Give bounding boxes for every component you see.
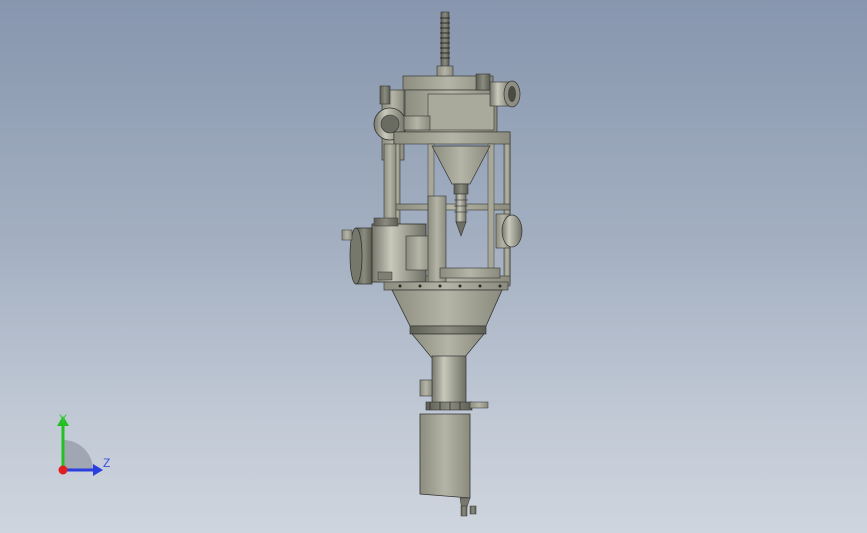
cad-viewport[interactable]: Y Z [0, 0, 867, 533]
top-threaded-rod[interactable] [436, 11, 454, 79]
y-axis-label: Y [59, 412, 68, 426]
right-side-knob[interactable] [495, 213, 523, 249]
lower-cylinder[interactable] [419, 355, 489, 411]
main-cone[interactable] [391, 289, 503, 359]
z-axis-label: Z [103, 456, 111, 470]
triad-quadrant [63, 440, 93, 470]
triad-x-axis [58, 465, 68, 475]
machine-model[interactable] [0, 0, 867, 533]
axis-triad [57, 416, 103, 476]
discharge-chute[interactable] [419, 413, 477, 517]
